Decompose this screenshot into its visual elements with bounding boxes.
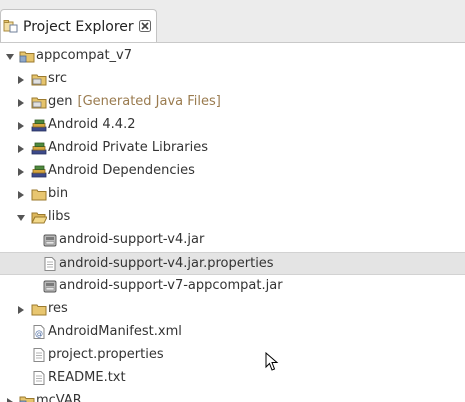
tree-item-label: appcompat_v7 <box>36 48 132 63</box>
tree-item[interactable]: libs <box>0 206 465 229</box>
tree-item-name: appcompat_v7 <box>36 48 133 63</box>
tree-item-label: Android Private Libraries <box>48 140 208 155</box>
library-icon <box>31 165 47 178</box>
tree-item[interactable]: gen [Generated Java Files] <box>0 91 465 114</box>
close-icon[interactable] <box>138 19 152 33</box>
tree-item-decoration: [Generated Java Files] <box>77 94 221 109</box>
collapsed-arrow-icon[interactable] <box>5 397 15 402</box>
tree-item-label: Android 4.4.2 <box>48 117 135 132</box>
tree-item[interactable]: @ AndroidManifest.xml <box>0 321 465 344</box>
project-explorer-panel: Project Explorer appcompat_v7src gen [Gene… <box>0 0 465 402</box>
tree-item[interactable]: bin <box>0 183 465 206</box>
project-folder-icon <box>19 396 35 402</box>
library-icon <box>31 119 47 132</box>
tree-item-label: README.txt <box>48 370 126 385</box>
collapsed-arrow-icon[interactable] <box>16 75 26 85</box>
tree-item[interactable]: appcompat_v7 <box>0 45 465 68</box>
tree-item-label: bin <box>48 186 68 201</box>
tree-item-label: android-support-v4.jar <box>59 232 204 247</box>
tree-item-name: gen <box>48 94 73 109</box>
jar-icon <box>43 234 57 247</box>
folder-open-icon <box>31 212 47 224</box>
mouse-cursor-icon <box>265 352 279 371</box>
folder-icon <box>31 304 47 316</box>
expanded-arrow-icon[interactable] <box>5 52 15 62</box>
tree-item[interactable]: src <box>0 68 465 91</box>
collapsed-arrow-icon[interactable] <box>16 305 26 315</box>
tree-item[interactable]: android-support-v4.jar <box>0 229 465 252</box>
tree-item[interactable]: Android Dependencies <box>0 160 465 183</box>
tree-item-label: android-support-v7-appcompat.jar <box>59 278 283 293</box>
tree-item-name: Android Dependencies <box>48 163 195 178</box>
project-folder-icon <box>19 51 35 63</box>
tree-item-name: Android Private Libraries <box>48 140 208 155</box>
svg-text:@: @ <box>35 329 43 338</box>
tree-item-label: Android Dependencies <box>48 163 195 178</box>
collapsed-arrow-icon[interactable] <box>16 98 26 108</box>
xml-file-icon: @ <box>33 325 45 339</box>
tree-item-name: android-support-v4.jar <box>59 232 205 247</box>
view-tab-strip: Project Explorer <box>0 0 465 43</box>
source-folder-icon <box>31 74 47 86</box>
text-file-icon <box>33 348 45 362</box>
tree-item-label: res <box>48 301 68 316</box>
tree-item-name: Android 4.4.2 <box>48 117 136 132</box>
library-icon <box>31 142 47 155</box>
tree-item-label: android-support-v4.jar.properties <box>59 256 274 271</box>
tree-item[interactable]: Android Private Libraries <box>0 137 465 160</box>
tree-item[interactable]: res <box>0 298 465 321</box>
text-file-icon <box>44 257 56 271</box>
tree-item[interactable]: android-support-v7-appcompat.jar <box>0 275 465 298</box>
tree-item-name: src <box>48 71 67 86</box>
collapsed-arrow-icon[interactable] <box>16 190 26 200</box>
collapsed-arrow-icon[interactable] <box>16 167 26 177</box>
tab-project-explorer[interactable]: Project Explorer <box>0 9 157 42</box>
tree-item-name: android-support-v7-appcompat.jar <box>59 278 283 293</box>
tree-item-name: android-support-v4.jar.properties <box>59 256 274 271</box>
tree-item-label: AndroidManifest.xml <box>48 324 182 339</box>
tree-item-name: README.txt <box>48 370 126 385</box>
tree-item[interactable]: android-support-v4.jar.properties <box>0 252 465 275</box>
tree-item-label: src <box>48 71 67 86</box>
tree-item-name: project.properties <box>48 347 164 362</box>
collapsed-arrow-icon[interactable] <box>16 144 26 154</box>
tree-item[interactable]: mcVAR <box>0 390 465 402</box>
tree-item-name: bin <box>48 186 69 201</box>
tree-item-label: project.properties <box>48 347 164 362</box>
tree-item[interactable]: Android 4.4.2 <box>0 114 465 137</box>
tree-item-label: gen [Generated Java Files] <box>48 94 221 109</box>
tree-item-name: libs <box>48 209 71 224</box>
expanded-arrow-icon[interactable] <box>16 213 26 223</box>
tree-item-name: res <box>48 301 68 316</box>
tree-item[interactable]: README.txt <box>0 367 465 390</box>
tree-item-label: mcVAR <box>36 393 82 402</box>
jar-icon <box>43 280 57 293</box>
project-explorer-icon <box>3 20 18 33</box>
tree-item-name: mcVAR <box>36 393 82 402</box>
collapsed-arrow-icon[interactable] <box>16 121 26 131</box>
folder-icon <box>31 189 47 201</box>
tree-item-name: AndroidManifest.xml <box>48 324 182 339</box>
generated-folder-icon <box>31 97 47 109</box>
text-file-icon <box>33 371 45 385</box>
tab-title: Project Explorer <box>23 19 134 35</box>
tree-item-label: libs <box>48 209 70 224</box>
tree-item[interactable]: project.properties <box>0 344 465 367</box>
